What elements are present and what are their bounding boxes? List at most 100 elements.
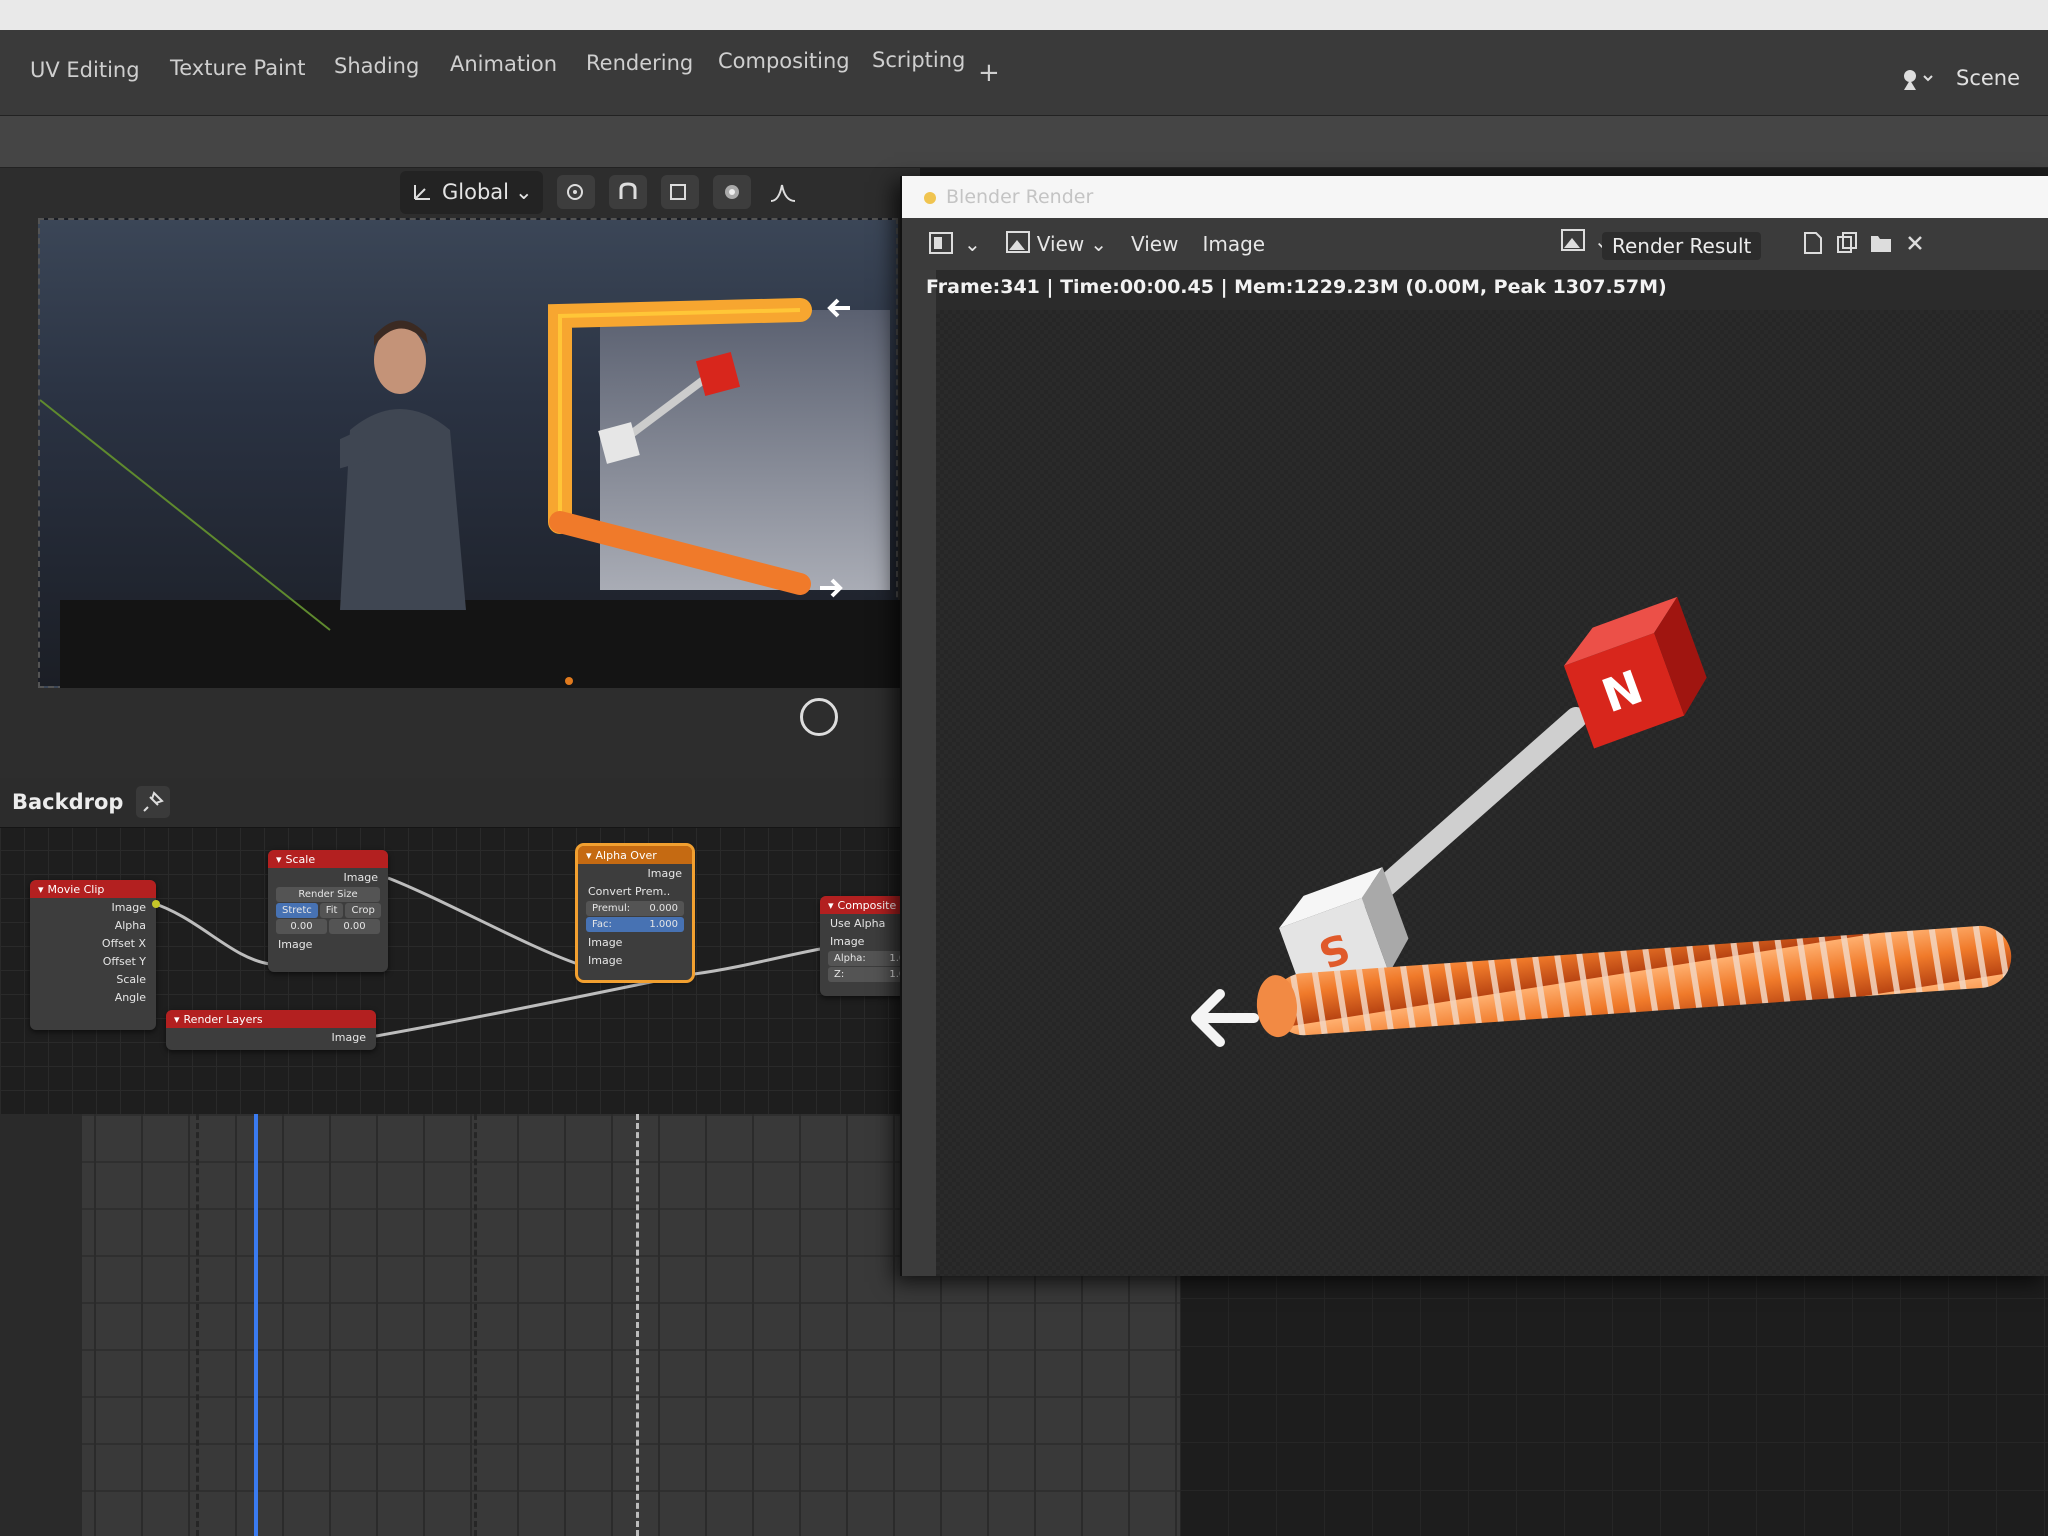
orientation-label: Global bbox=[442, 180, 509, 204]
node-title: Composite bbox=[837, 898, 897, 912]
camera-frame bbox=[38, 218, 900, 688]
editor-header-bar bbox=[0, 116, 2048, 168]
fac-value: 1.000 bbox=[649, 919, 678, 930]
z-label: Z: bbox=[834, 969, 845, 980]
space-dropdown[interactable]: Render Size bbox=[276, 887, 380, 902]
marker-line bbox=[196, 1114, 199, 1536]
scene-icon[interactable] bbox=[1898, 64, 1934, 94]
close-icon[interactable] bbox=[1902, 230, 1928, 256]
fac-label: Fac: bbox=[592, 919, 612, 930]
offset-x-field[interactable]: 0.00 bbox=[276, 919, 327, 934]
node-scale[interactable]: ▾ Scale Image Render Size Stretc Fit Crop… bbox=[268, 850, 388, 972]
node-title: Render Layers bbox=[183, 1012, 263, 1026]
premul-field[interactable]: Premul: 0.000 bbox=[586, 901, 684, 916]
render-window-title: Blender Render bbox=[946, 186, 1094, 208]
socket-label: Offset Y bbox=[102, 954, 146, 968]
socket-label: Offset X bbox=[101, 936, 146, 950]
tab-animation[interactable]: Animation bbox=[440, 48, 567, 80]
socket-label: Scale bbox=[116, 972, 146, 986]
premul-label: Premul: bbox=[592, 903, 631, 914]
viewport-header: Global ⌄ bbox=[400, 168, 803, 216]
node-header: ▾ Scale bbox=[268, 850, 388, 868]
light-gizmo[interactable] bbox=[800, 698, 838, 736]
transform-orientation-icon bbox=[410, 177, 436, 208]
open-folder-icon[interactable] bbox=[1868, 230, 1894, 256]
premul-value: 0.000 bbox=[649, 903, 678, 914]
chevron-down-icon: ▾ bbox=[38, 882, 44, 896]
socket-label: Image bbox=[331, 1030, 366, 1044]
socket-label: Alpha bbox=[114, 918, 146, 932]
node-header: ▾ Alpha Over bbox=[578, 846, 692, 864]
image-icon bbox=[1005, 230, 1031, 259]
mode-fit[interactable]: Fit bbox=[319, 903, 344, 918]
node-movie-clip[interactable]: ▾ Movie Clip Image Alpha Offset X Offset … bbox=[30, 880, 160, 1030]
node-title: Movie Clip bbox=[47, 882, 105, 896]
blender-logo-icon bbox=[924, 192, 936, 204]
convert-premul-checkbox[interactable]: Convert Prem.. bbox=[578, 882, 692, 900]
node-title: Alpha Over bbox=[595, 848, 657, 862]
view-menu[interactable]: View bbox=[1119, 232, 1190, 256]
socket-label: Image bbox=[343, 870, 378, 884]
proportional-edit-icon[interactable] bbox=[712, 175, 751, 209]
falloff-icon[interactable] bbox=[765, 175, 803, 209]
tab-compositing[interactable]: Compositing bbox=[708, 45, 860, 77]
scene-overlay bbox=[40, 298, 850, 631]
render-result-name-field[interactable]: Render Result bbox=[1602, 232, 1762, 260]
tab-rendering[interactable]: Rendering bbox=[576, 47, 703, 79]
timeline-channel-region bbox=[0, 1114, 82, 1536]
background-editor-area bbox=[1180, 1250, 2048, 1536]
render-window-titlebar: Blender Render bbox=[902, 176, 2048, 218]
playhead[interactable] bbox=[254, 1114, 258, 1536]
render-toolbar-strip bbox=[902, 270, 936, 1276]
view-menu-label: View bbox=[1036, 232, 1085, 256]
socket-label: Image bbox=[588, 935, 623, 949]
scene-selector[interactable]: Scene bbox=[1956, 66, 2020, 90]
socket-label: Image bbox=[588, 953, 623, 967]
editor-type-icon[interactable]: ⌄ bbox=[916, 231, 993, 257]
compositor-node-editor[interactable]: Backdrop ▾ Movie Clip Image Alpha Offset … bbox=[0, 778, 935, 1114]
mode-crop[interactable]: Crop bbox=[345, 903, 381, 918]
socket-label: Angle bbox=[114, 990, 146, 1004]
tab-texture-paint[interactable]: Texture Paint bbox=[160, 52, 316, 84]
snap-target-icon[interactable] bbox=[660, 175, 699, 209]
image-menu[interactable]: Image bbox=[1190, 232, 1277, 256]
fac-field[interactable]: Fac: 1.000 bbox=[586, 917, 684, 932]
snap-icon[interactable] bbox=[608, 175, 647, 209]
render-stats: Frame:341 | Time:00:00.45 | Mem:1229.23M… bbox=[926, 276, 1667, 298]
view-menu-dropdown[interactable]: View ⌄ bbox=[993, 230, 1119, 259]
socket-label: Image bbox=[647, 866, 682, 880]
node-render-layers[interactable]: ▾ Render Layers Image bbox=[166, 1010, 376, 1050]
arrow-left-icon bbox=[1191, 989, 1259, 1047]
chevron-down-icon: ⌄ bbox=[1090, 232, 1107, 256]
new-image-icon[interactable] bbox=[1800, 230, 1826, 256]
tab-shading[interactable]: Shading bbox=[324, 50, 429, 82]
offset-y-field[interactable]: 0.00 bbox=[329, 919, 380, 934]
pivot-icon[interactable] bbox=[556, 175, 595, 209]
render-scene: N S bbox=[1191, 596, 2012, 1047]
socket-label: Image bbox=[278, 937, 313, 951]
tab-uv-editing[interactable]: UV Editing bbox=[20, 54, 150, 86]
chevron-down-icon: ▾ bbox=[174, 1012, 180, 1026]
transform-orientation-dropdown[interactable]: Global ⌄ bbox=[400, 170, 543, 214]
duplicate-image-icon[interactable] bbox=[1834, 230, 1860, 256]
window-titlebar bbox=[0, 0, 2048, 30]
chevron-down-icon: ▾ bbox=[828, 898, 834, 912]
mode-stretch[interactable]: Stretc bbox=[276, 903, 318, 918]
node-title: Scale bbox=[285, 852, 316, 866]
3d-viewport[interactable]: Global ⌄ bbox=[0, 168, 920, 778]
chevron-down-icon: ⌄ bbox=[515, 180, 533, 204]
tab-scripting[interactable]: Scripting bbox=[862, 44, 975, 76]
render-window[interactable]: Blender Render ⌄ View ⌄ View Image ⌄ Ren… bbox=[900, 176, 2048, 1276]
add-workspace-button[interactable]: + bbox=[978, 58, 1000, 88]
object-origin[interactable] bbox=[565, 677, 573, 685]
frame-range-end[interactable] bbox=[636, 1114, 639, 1536]
node-header: ▾ Movie Clip bbox=[30, 880, 156, 898]
render-result-image[interactable]: N S bbox=[936, 310, 2048, 1276]
node-alpha-over[interactable]: ▾ Alpha Over Image Convert Prem.. Premul:… bbox=[575, 843, 695, 983]
chevron-down-icon: ▾ bbox=[276, 852, 282, 866]
marker-line bbox=[474, 1114, 477, 1536]
alpha-label: Alpha: bbox=[834, 953, 866, 964]
render-window-header: ⌄ View ⌄ View Image ⌄ Render Result bbox=[902, 218, 2048, 270]
workspace-bar: UV Editing Texture Paint Shading Animati… bbox=[0, 30, 2048, 116]
output-socket[interactable] bbox=[152, 900, 160, 908]
